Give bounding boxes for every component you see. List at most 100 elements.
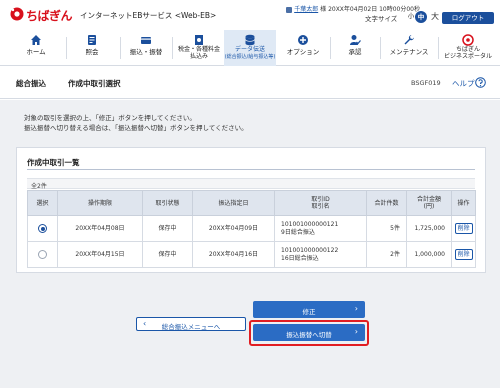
col-header-id-name: 取引ID 取引名: [274, 190, 367, 216]
row-select-radio[interactable]: [38, 224, 47, 233]
status-cell: 保存中: [142, 241, 193, 268]
user-icon: [286, 6, 293, 13]
font-size-small-button[interactable]: 小: [407, 11, 415, 22]
service-name: インターネットEBサービス <Web-EB>: [80, 11, 217, 20]
table-header-row: 選択 操作期限 取引状態 振込指定日 取引ID 取引名 合計件数 合計金額 (円) …: [27, 190, 476, 216]
nav-item-option[interactable]: オプション: [278, 30, 328, 66]
table-row: 20XX年04月08日 保存中 20XX年04月09日 101001000000…: [27, 215, 476, 242]
col-header-action: 操作: [451, 190, 476, 216]
nav-item-maintenance[interactable]: メンテナンス: [382, 30, 436, 66]
tax-payment-icon: [195, 35, 203, 45]
action-cell: 削除: [451, 241, 476, 268]
deadline-cell: 20XX年04月15日: [57, 241, 143, 268]
count-cell: 5件: [366, 215, 407, 242]
fix-button[interactable]: 修正 ›: [253, 301, 365, 318]
nav-item-inquiry[interactable]: 照会: [68, 30, 116, 66]
col-header-deadline: 操作期限: [57, 190, 143, 216]
col-header-select: 選択: [27, 190, 58, 216]
nav-label-tax-payment: 税金・各種料金 払込み: [177, 46, 220, 60]
instructions: 対象の取引を選択の上、「修正」ボタンを押してください。 振込振替へ切り替える場合…: [24, 114, 248, 133]
fix-button-label: 修正: [302, 307, 316, 316]
nav-label-option: オプション: [286, 48, 320, 56]
nav-item-home[interactable]: ホーム: [12, 30, 60, 66]
table-row: 20XX年04月15日 保存中 20XX年04月16日 101001000000…: [27, 241, 476, 268]
maintenance-icon: [404, 35, 414, 45]
back-to-menu-button[interactable]: ‹ 総合振込メニューへ: [136, 317, 246, 331]
panel-divider: [27, 169, 475, 170]
nav-divider: [438, 37, 439, 59]
nav-divider: [380, 37, 381, 59]
nav-label-business-portal: ちばぎん ビジネスポータル: [443, 46, 492, 60]
id-name-cell: 101001000000122 16日総合振込: [274, 241, 367, 268]
transfer-date-cell: 20XX年04月09日: [192, 215, 275, 242]
transfer-icon: [141, 37, 151, 44]
id-name-cell: 101001000000121 9日総合振込: [274, 215, 367, 242]
home-icon: [31, 35, 41, 45]
transaction-table: 選択 操作期限 取引状態 振込指定日 取引ID 取引名 合計件数 合計金額 (円) …: [27, 190, 476, 268]
nav-divider: [66, 37, 67, 59]
instruction-line: 振込振替へ切り替える場合は、「振込振替へ切替」ボタンを押してください。: [24, 123, 248, 132]
logout-button[interactable]: ログアウト: [442, 12, 494, 24]
row-select-radio[interactable]: [38, 250, 47, 259]
col-header-amount: 合計金額 (円): [406, 190, 452, 216]
font-size-large-button[interactable]: 大: [430, 11, 440, 22]
main-content: 対象の取引を選択の上、「修正」ボタンを押してください。 振込振替へ切り替える場合…: [0, 100, 500, 388]
switch-button-label: 振込振替へ切替: [286, 330, 332, 339]
header: ちばぎん インターネットEBサービス <Web-EB> 千葉太郎 様 20XX年…: [0, 0, 500, 30]
nav-label-inquiry: 照会: [85, 48, 99, 56]
help-icon[interactable]: [475, 77, 486, 88]
row-select-cell: [27, 215, 58, 242]
back-to-menu-label: 総合振込メニューへ: [161, 323, 221, 331]
amount-cell: 1,000,000: [406, 241, 452, 268]
help-link[interactable]: ヘルプ: [452, 78, 475, 89]
font-size-medium-button[interactable]: 中: [415, 11, 427, 23]
font-size-label: 文字サイズ: [365, 15, 398, 23]
approval-icon: [350, 35, 361, 45]
instruction-line: 対象の取引を選択の上、「修正」ボタンを押してください。: [24, 114, 196, 122]
switch-to-transfer-button[interactable]: 振込振替へ切替 ›: [253, 324, 365, 341]
screen-id: BSGF019: [411, 79, 441, 87]
chevron-right-icon: ›: [354, 304, 358, 313]
chevron-right-icon: ›: [354, 327, 358, 336]
nav-item-business-portal[interactable]: ちばぎん ビジネスポータル: [440, 30, 496, 66]
count-bar: 全2件: [27, 178, 475, 190]
user-info: 千葉太郎 様 20XX年04月02日 10時00分00秒: [286, 4, 420, 13]
amount-cell: 1,725,000: [406, 215, 452, 242]
status-cell: 保存中: [142, 215, 193, 242]
nav-item-data-transmission[interactable]: データ伝送 (総合振込/給与振込等): [224, 30, 276, 66]
page-title: 作成中取引選択: [68, 79, 121, 88]
col-header-count: 合計件数: [366, 190, 407, 216]
global-nav: ホーム 照会 振込・振替 税金・各種料金 払込み データ伝送 (総合振込/給与振込等…: [0, 30, 500, 66]
transaction-list-panel: 作成中取引一覧 全2件 選択 操作期限 取引状態 振込指定日 取引ID 取引名 合…: [16, 147, 486, 273]
nav-item-tax-payment[interactable]: 税金・各種料金 払込み: [174, 30, 224, 66]
business-portal-icon: [462, 34, 474, 46]
nav-divider: [172, 37, 173, 59]
result-count: 全2件: [31, 183, 47, 190]
nav-label-maintenance: メンテナンス: [389, 48, 429, 56]
delete-button[interactable]: 削除: [454, 249, 473, 260]
page-title-bar: 総合振込 作成中取引選択 BSGF019 ヘルプ: [0, 67, 500, 99]
nav-label-home: ホーム: [26, 48, 46, 56]
count-cell: 2件: [366, 241, 407, 268]
inquiry-icon: [88, 35, 96, 45]
col-header-status: 取引状態: [142, 190, 193, 216]
col-header-transfer-date: 振込指定日: [192, 190, 275, 216]
delete-button[interactable]: 削除: [454, 223, 473, 234]
nav-item-approval[interactable]: 承認: [332, 30, 378, 66]
action-cell: 削除: [451, 215, 476, 242]
user-suffix: 様: [320, 6, 327, 13]
page-category: 総合振込: [16, 79, 46, 88]
option-icon: [298, 35, 308, 45]
chibagin-logo-icon: [10, 7, 24, 21]
data-transmission-icon: [245, 34, 255, 46]
panel-title: 作成中取引一覧: [27, 158, 80, 167]
nav-label-approval: 承認: [348, 48, 362, 56]
user-name[interactable]: 千葉太郎: [294, 6, 318, 13]
transfer-date-cell: 20XX年04月16日: [192, 241, 275, 268]
logo-text: ちばぎん: [26, 9, 73, 23]
row-select-cell: [27, 241, 58, 268]
nav-divider: [330, 37, 331, 59]
nav-label-transfer: 振込・振替: [129, 48, 163, 56]
nav-label-data-transmission: データ伝送 (総合振込/給与振込等): [224, 46, 276, 60]
nav-item-transfer[interactable]: 振込・振替: [122, 30, 170, 66]
